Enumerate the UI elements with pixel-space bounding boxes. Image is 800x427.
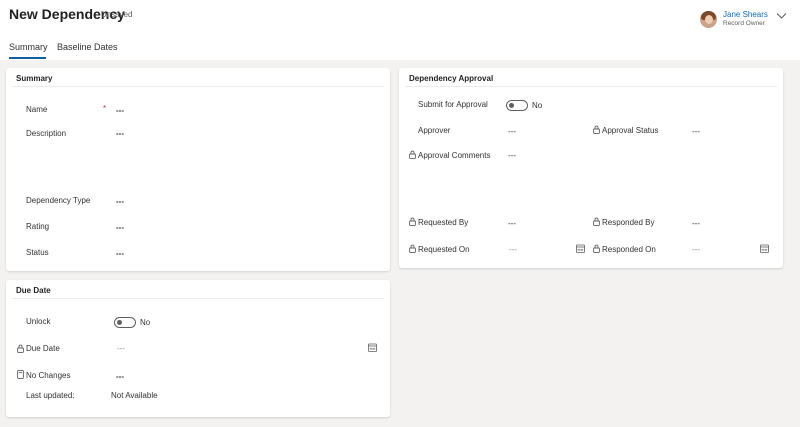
chevron-down-icon[interactable] [776, 10, 787, 21]
tab-baseline-dates[interactable]: Baseline Dates [57, 42, 118, 52]
responded-by-field: --- [692, 219, 700, 228]
required-indicator: * [103, 104, 107, 113]
summary-section: Summary Name * --- Description --- Depen… [6, 68, 390, 271]
rating-label: Rating [26, 222, 50, 231]
lock-icon [593, 217, 600, 226]
due-date-section-title: Due Date [16, 286, 51, 295]
unlock-label: Unlock [26, 317, 51, 326]
approval-comments-field: --- [508, 151, 516, 160]
record-owner-name[interactable]: Jane Shears [723, 10, 768, 19]
calendar-icon[interactable] [576, 244, 585, 253]
tab-summary[interactable]: Summary [9, 42, 48, 52]
submit-for-approval-toggle[interactable] [506, 100, 528, 111]
responded-on-field: --- [692, 245, 700, 254]
no-changes-label: No Changes [26, 371, 71, 380]
description-label: Description [26, 129, 67, 138]
lock-icon [409, 150, 416, 159]
requested-by-field: --- [508, 219, 516, 228]
due-date-section: Due Date Unlock No Due Date --- No Chang… [6, 280, 390, 417]
dependency-approval-section: Dependency Approval Submit for Approval … [399, 68, 783, 268]
section-divider [12, 298, 384, 299]
name-field[interactable]: --- [116, 106, 124, 115]
no-changes-field: --- [116, 372, 124, 381]
requested-on-field: --- [509, 245, 517, 254]
requested-on-label: Requested On [418, 245, 470, 254]
calculator-icon [17, 370, 24, 379]
responded-by-label: Responded By [602, 218, 655, 227]
status-field[interactable]: --- [116, 249, 124, 258]
unlock-toggle-label: No [140, 318, 151, 327]
avatar-face [705, 15, 713, 24]
approver-field[interactable]: --- [508, 127, 516, 136]
toggle-knob [117, 320, 122, 325]
lock-icon [593, 125, 600, 134]
submit-for-approval-toggle-label: No [532, 101, 543, 110]
name-label: Name [26, 105, 48, 114]
save-status: - Unsaved [96, 10, 133, 19]
section-divider [405, 86, 777, 87]
last-updated-label: Last updated: [26, 391, 75, 400]
selected-tab-indicator [9, 57, 46, 59]
approval-section-title: Dependency Approval [409, 74, 494, 83]
rating-field[interactable]: --- [116, 223, 124, 232]
calendar-icon[interactable] [760, 244, 769, 253]
calendar-icon[interactable] [368, 343, 377, 352]
approval-status-label: Approval Status [602, 126, 659, 135]
last-updated-value: Not Available [111, 391, 158, 400]
approval-status-field: --- [692, 127, 700, 136]
avatar-icon[interactable] [700, 11, 717, 28]
description-field[interactable]: --- [116, 129, 124, 138]
lock-icon [409, 244, 416, 253]
due-date-field: --- [117, 344, 125, 353]
approval-comments-label: Approval Comments [418, 151, 491, 160]
dependency-type-field[interactable]: --- [116, 197, 124, 206]
summary-section-title: Summary [16, 74, 53, 83]
record-owner-role: Record Owner [723, 20, 765, 27]
dependency-type-label: Dependency Type [26, 196, 91, 205]
toggle-knob [509, 103, 514, 108]
status-label: Status [26, 248, 49, 257]
header: New Dependency - Unsaved Jane Shears Rec… [0, 0, 800, 60]
lock-icon [593, 244, 600, 253]
requested-by-label: Requested By [418, 218, 469, 227]
section-divider [12, 86, 384, 87]
lock-icon [17, 344, 24, 353]
approver-label: Approver [418, 126, 451, 135]
responded-on-label: Responded On [602, 245, 656, 254]
unlock-toggle[interactable] [114, 317, 136, 328]
due-date-label: Due Date [26, 344, 60, 353]
submit-for-approval-label: Submit for Approval [418, 100, 488, 109]
lock-icon [409, 217, 416, 226]
